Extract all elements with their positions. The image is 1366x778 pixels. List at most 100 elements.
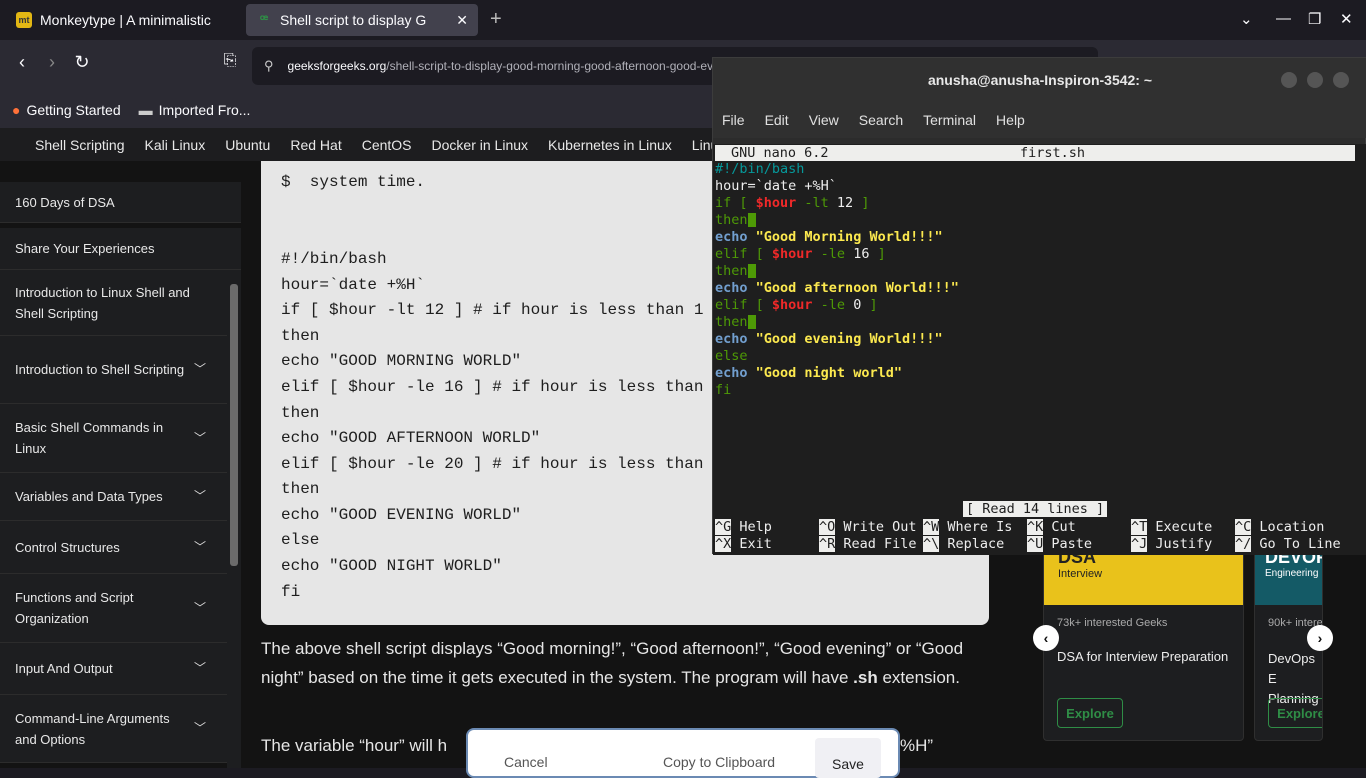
nano-shortcut-key: ^\ (923, 536, 940, 552)
course-card-dsa[interactable]: DSA Interview 73k+ interested Geeks DSA … (1043, 540, 1244, 741)
nano-editor[interactable]: GNU nano 6.2 first.sh #!/bin/bash hour=`… (713, 144, 1366, 555)
nano-shortcut[interactable]: ^U Paste (1027, 536, 1092, 552)
nano-shortcut[interactable]: ^J Justify (1131, 536, 1212, 552)
nano-shortcut[interactable]: ^X Exit (715, 536, 772, 552)
sidebar-item-share-experiences[interactable]: Share Your Experiences (0, 228, 241, 270)
save-button[interactable]: Save (815, 738, 881, 778)
back-icon[interactable]: ‹ (8, 52, 36, 73)
reload-icon[interactable]: ↻ (68, 52, 96, 73)
sidebar-item-variables[interactable]: Variables and Data Types ﹀ (0, 473, 227, 521)
code-line: else (281, 531, 320, 549)
menu-help[interactable]: Help (996, 112, 1025, 128)
forward-icon[interactable]: › (38, 52, 66, 73)
maximize-icon[interactable]: ❐ (1308, 10, 1321, 28)
chevron-down-icon: ﹀ (193, 539, 206, 554)
sidebar-item-label: Input And Output (15, 661, 113, 676)
article-paragraph: The above shell script displays “Good mo… (261, 639, 964, 687)
card-title: DSA for Interview Preparation (1057, 649, 1229, 664)
terminal-close-icon[interactable] (1333, 72, 1349, 88)
chevron-down-icon: ﹀ (193, 430, 206, 445)
sidebar-item-label: Variables and Data Types (15, 489, 163, 504)
nano-line: fi (715, 382, 732, 398)
explore-button[interactable]: Explore (1057, 698, 1123, 728)
nav-docker[interactable]: Docker in Linux (422, 137, 539, 153)
nav-shell-scripting[interactable]: Shell Scripting (25, 137, 135, 153)
nano-version: GNU nano 6.2 (731, 145, 829, 161)
code-line: elif [ $hour -le 20 ] # if hour is less … (281, 455, 704, 473)
new-tab-icon[interactable]: + (490, 8, 502, 31)
firefox-icon: ● (12, 102, 21, 118)
code-line: then (281, 327, 320, 345)
nano-shortcut[interactable]: ^C Location (1235, 519, 1324, 535)
nano-filename: first.sh (1020, 145, 1086, 161)
nano-shortcut[interactable]: ^K Cut (1027, 519, 1076, 535)
menu-search[interactable]: Search (859, 112, 903, 128)
nano-shortcut[interactable]: ^/ Go To Line (1235, 536, 1341, 552)
nano-line: elif [ $hour -le 0 ] (715, 297, 878, 313)
close-window-icon[interactable]: ✕ (1340, 10, 1353, 28)
sidebar-item-label: Control Structures (15, 539, 120, 555)
nano-shortcut-label: Location (1251, 519, 1325, 535)
nav-red-hat[interactable]: Red Hat (280, 137, 351, 153)
nano-shortcut[interactable]: ^\ Replace (923, 536, 1004, 552)
nano-line: echo "Good evening World!!!" (715, 331, 943, 347)
nano-shortcut[interactable]: ^T Execute (1131, 519, 1212, 535)
nano-shortcut-label: Justify (1147, 536, 1213, 552)
sidebar-item-intro-linux-shell[interactable]: Introduction to Linux Shell and Shell Sc… (0, 270, 227, 336)
close-tab-icon[interactable]: ✕ (456, 12, 468, 29)
tab-gfg[interactable]: ꟹ Shell script to display G ✕ (246, 4, 478, 36)
nano-shortcut-label: Paste (1043, 536, 1093, 552)
minimize-icon[interactable]: — (1276, 10, 1291, 27)
menu-terminal[interactable]: Terminal (923, 112, 976, 128)
nano-line: else (715, 348, 748, 364)
tab-monkeytype[interactable]: mt Monkeytype | A minimalistic (6, 4, 242, 36)
nano-shortcut-key: ^K (1027, 519, 1044, 535)
nano-shortcut[interactable]: ^R Read File (819, 536, 917, 552)
nano-line: then (715, 212, 756, 229)
site-info-icon[interactable]: ⚲ (264, 58, 274, 74)
nano-line: if [ $hour -lt 12 ] (715, 195, 870, 211)
nano-shortcut[interactable]: ^W Where Is (923, 519, 1012, 535)
chevron-down-icon: ﹀ (193, 600, 206, 615)
sidebar-item-intro-shell-scripting[interactable]: Introduction to Shell Scripting ﹀ (0, 336, 227, 404)
tab-title: Shell script to display G (280, 12, 427, 28)
sidebar-item-input-output[interactable]: Input And Output ﹀ (0, 643, 227, 695)
list-tabs-icon[interactable]: ⌄ (1240, 10, 1253, 28)
bookmark-getting-started[interactable]: ● Getting Started (12, 102, 121, 118)
carousel-next-icon[interactable]: › (1307, 625, 1333, 651)
tab-title: Monkeytype | A minimalistic (40, 12, 211, 28)
nano-shortcut-label: Replace (939, 536, 1005, 552)
terminal-titlebar[interactable]: anusha@anusha-Inspiron-3542: ~ (713, 58, 1366, 102)
nav-kali-linux[interactable]: Kali Linux (135, 137, 216, 153)
url-text[interactable]: geeksforgeeks.org/shell-script-to-displa… (288, 59, 743, 73)
sidebar-item-functions[interactable]: Functions and Script Organization ﹀ (0, 574, 227, 643)
bookmark-imported-folder[interactable]: ▬ Imported Fro... (139, 102, 251, 118)
nano-status: [ Read 14 lines ] (963, 501, 1108, 517)
terminal-window[interactable]: anusha@anusha-Inspiron-3542: ~ File Edit… (712, 57, 1366, 555)
sidebar-item-basic-shell-commands[interactable]: Basic Shell Commands in Linux ﹀ (0, 404, 227, 473)
menu-view[interactable]: View (809, 112, 839, 128)
carousel-prev-icon[interactable]: ‹ (1033, 625, 1059, 651)
sidebar-item-control-structures[interactable]: Control Structures ﹀ (0, 521, 227, 574)
sidebar-item-160-days-dsa[interactable]: 160 Days of DSA (0, 182, 241, 223)
nano-shortcut[interactable]: ^G Help (715, 519, 772, 535)
sidebar-item-command-line-args[interactable]: Command-Line Arguments and Options ﹀ (0, 695, 227, 763)
menu-edit[interactable]: Edit (765, 112, 789, 128)
terminal-minimize-icon[interactable] (1281, 72, 1297, 88)
terminal-maximize-icon[interactable] (1307, 72, 1323, 88)
nano-shortcut-label: Help (731, 519, 772, 535)
sidebar-item-label: Functions and Script Organization (15, 590, 134, 626)
nav-ubuntu[interactable]: Ubuntu (215, 137, 280, 153)
nav-centos[interactable]: CentOS (352, 137, 422, 153)
explore-button[interactable]: Explore (1268, 698, 1322, 728)
nano-shortcut-key: ^/ (1235, 536, 1252, 552)
nav-kubernetes[interactable]: Kubernetes in Linux (538, 137, 682, 153)
bookmark-icon[interactable]: ⎘ (216, 52, 244, 70)
nano-shortcut[interactable]: ^O Write Out (819, 519, 917, 535)
article-paragraph-2-tail: %H” (900, 736, 934, 755)
sidebar-scroll-thumb[interactable] (230, 284, 238, 566)
menu-file[interactable]: File (722, 112, 745, 128)
nano-shortcut-key: ^X (715, 536, 732, 552)
terminal-menubar: File Edit View Search Terminal Help (713, 102, 1366, 138)
bookmark-label: Getting Started (26, 102, 121, 118)
